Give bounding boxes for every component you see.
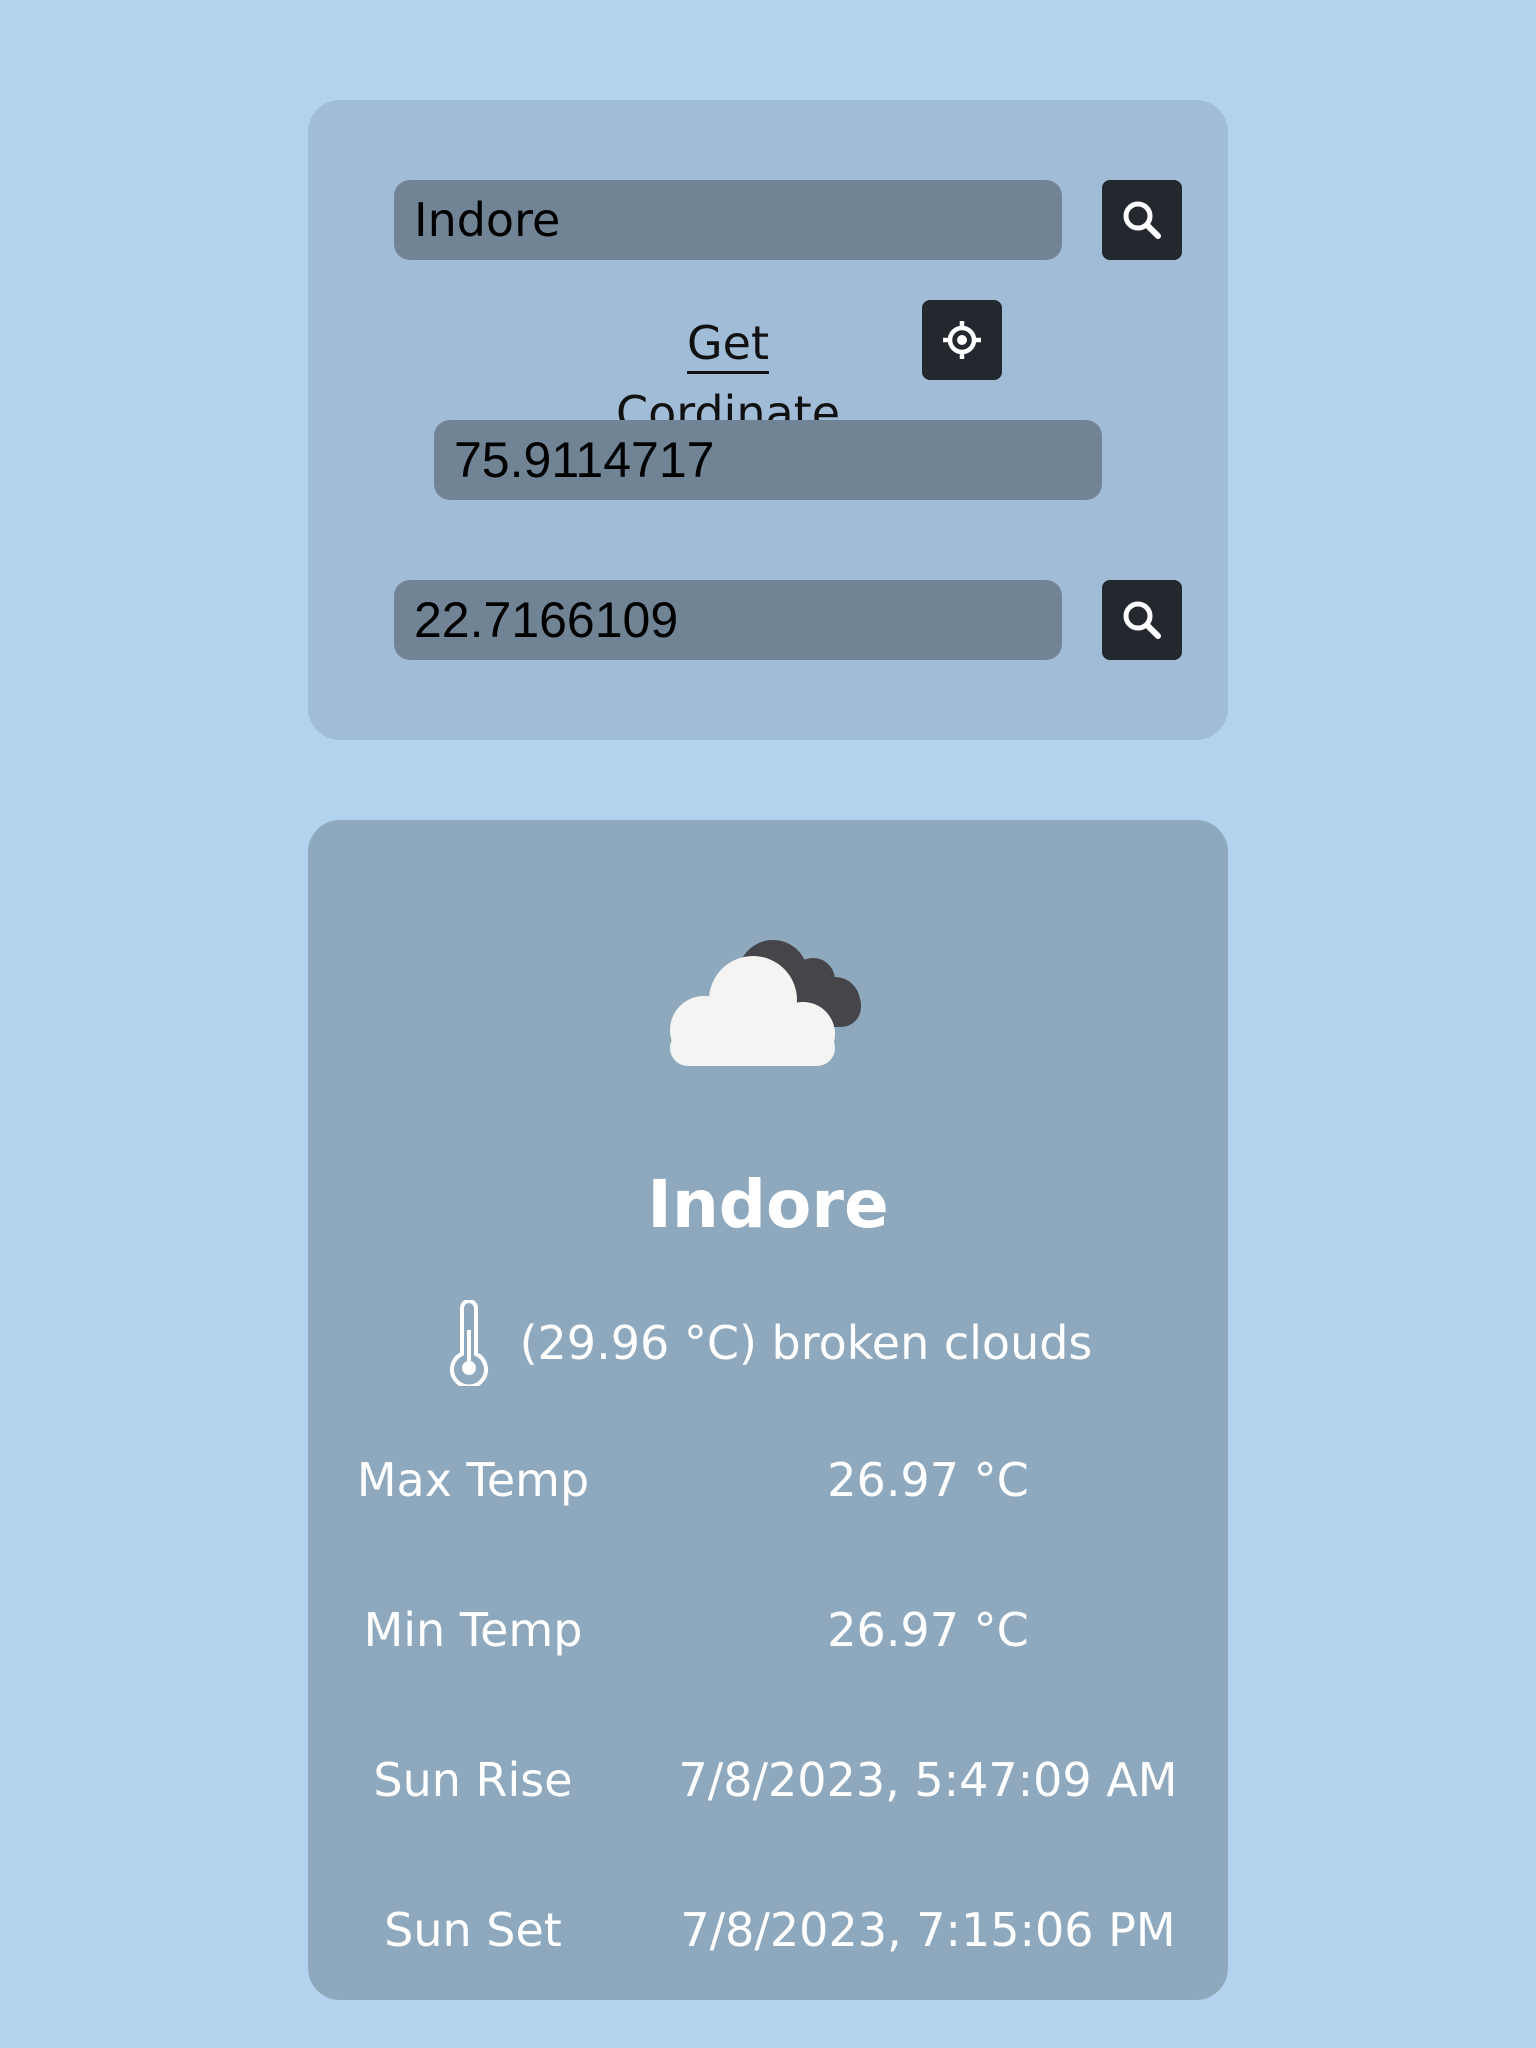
weather-description: (29.96 °C) broken clouds xyxy=(519,1316,1093,1370)
latitude-input[interactable]: 22.7166109 xyxy=(394,580,1062,660)
city-input[interactable]: Indore xyxy=(394,180,1062,260)
stat-value: 26.97 °C xyxy=(827,1453,1029,1507)
stat-row-min-temp: Min Temp 26.97 °C xyxy=(308,1595,1228,1665)
get-location-button[interactable] xyxy=(922,300,1002,380)
weather-card: Indore (29.96 °C) broken clouds Max Temp… xyxy=(308,820,1228,2000)
stat-value: 7/8/2023, 7:15:06 PM xyxy=(680,1903,1176,1957)
longitude-input[interactable]: 75.9114717 xyxy=(434,420,1102,500)
search-icon xyxy=(1123,601,1161,639)
stat-value: 26.97 °C xyxy=(827,1603,1029,1657)
search-card: Indore Get Cordinate 75.9114717 22.71661… xyxy=(308,100,1228,740)
crosshair-location-icon xyxy=(943,321,981,359)
stat-label: Sun Set xyxy=(384,1903,562,1957)
weather-description-row: (29.96 °C) broken clouds xyxy=(308,1300,1228,1386)
thermometer-icon xyxy=(449,1300,488,1386)
weather-city-name: Indore xyxy=(647,1166,889,1243)
stat-label: Max Temp xyxy=(356,1453,590,1507)
city-search-button[interactable] xyxy=(1102,180,1182,260)
stat-label: Min Temp xyxy=(363,1603,583,1657)
stat-row-sun-set: Sun Set 7/8/2023, 7:15:06 PM xyxy=(308,1895,1228,1965)
stat-row-sun-rise: Sun Rise 7/8/2023, 5:47:09 AM xyxy=(308,1745,1228,1815)
latitude-input-value: 22.7166109 xyxy=(414,592,679,648)
stat-row-max-temp: Max Temp 26.97 °C xyxy=(308,1445,1228,1515)
stat-value: 7/8/2023, 5:47:09 AM xyxy=(678,1753,1178,1807)
city-input-value: Indore xyxy=(414,193,561,247)
broken-clouds-icon xyxy=(670,940,861,1066)
search-icon xyxy=(1123,201,1161,239)
stat-label: Sun Rise xyxy=(373,1753,573,1807)
longitude-input-value: 75.9114717 xyxy=(454,432,715,488)
coordinate-search-button[interactable] xyxy=(1102,580,1182,660)
